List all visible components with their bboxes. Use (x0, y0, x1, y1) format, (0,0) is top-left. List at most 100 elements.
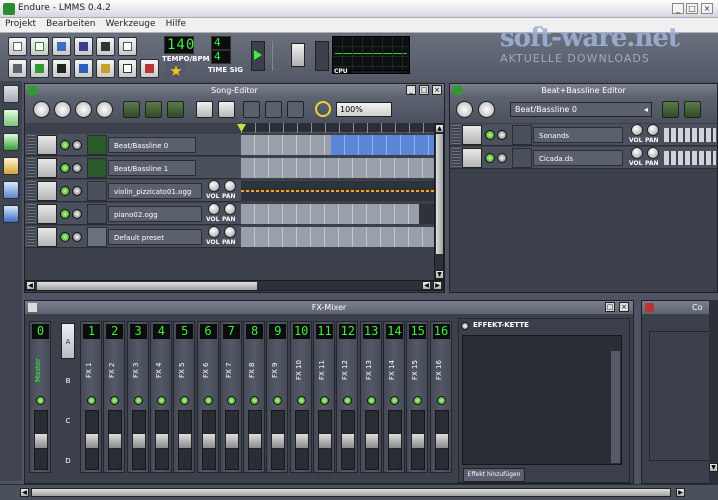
maximize-button[interactable]: □ (686, 3, 698, 14)
fader-handle[interactable] (224, 433, 239, 449)
save-as-button[interactable] (96, 37, 115, 56)
fx-fader[interactable] (434, 410, 449, 470)
fx-mute-led[interactable] (110, 396, 120, 405)
bb-editor-toggle-icon[interactable] (30, 59, 49, 78)
menu-werkzeuge[interactable]: Werkzeuge (101, 18, 161, 30)
my-samples-icon[interactable] (3, 133, 19, 151)
my-computer-icon[interactable] (3, 205, 19, 223)
pan-knob[interactable] (224, 203, 236, 215)
fx-fader[interactable] (154, 410, 169, 470)
project-notes-toggle-icon[interactable] (118, 59, 137, 78)
fx-channel-strip[interactable]: 16 FX 16 (429, 321, 452, 473)
scroll-up-arrow-icon[interactable]: ▲ (435, 124, 444, 133)
stop-behaviour-button[interactable] (287, 101, 304, 118)
scroll-left-arrow-icon[interactable]: ◀ (20, 488, 29, 497)
fx-fader[interactable] (224, 410, 239, 470)
fx-fader[interactable] (108, 410, 123, 470)
new-project-button[interactable] (8, 37, 27, 56)
fader-handle[interactable] (318, 433, 332, 449)
fx-mute-led[interactable] (180, 396, 190, 405)
mute-toggle[interactable] (60, 186, 70, 196)
fader-handle[interactable] (154, 433, 169, 449)
fx-mixer-maximize-button[interactable]: □ (605, 302, 615, 312)
fader-handle[interactable] (294, 433, 309, 449)
fx-fader[interactable] (248, 410, 263, 470)
mute-toggle[interactable] (485, 130, 495, 140)
fx-channel-strip[interactable]: 3 FX 3 (126, 321, 149, 473)
master-pitch-icon[interactable] (291, 43, 305, 67)
bb-play-button[interactable] (456, 101, 473, 118)
scroll-down-arrow-icon[interactable]: ▼ (709, 463, 718, 472)
fader-handle[interactable] (364, 433, 379, 449)
fx-mute-led[interactable] (436, 396, 446, 405)
fader-handle[interactable] (341, 433, 356, 449)
fx-fader[interactable] (341, 410, 356, 470)
mute-toggle[interactable] (60, 140, 70, 150)
fx-mute-led[interactable] (226, 396, 236, 405)
fx-mute-led[interactable] (273, 396, 283, 405)
song-horizontal-scrollbar[interactable]: ◀ ◀ ▶ (25, 280, 444, 291)
fx-mixer-toggle-icon[interactable] (96, 59, 115, 78)
song-editor-minimize-button[interactable]: _ (406, 85, 416, 95)
solo-toggle[interactable] (497, 153, 507, 163)
track-name[interactable]: Sonands (533, 127, 623, 143)
track-settings-icon[interactable] (37, 181, 57, 201)
bb-stop-button[interactable] (478, 101, 495, 118)
fx-mute-led[interactable] (413, 396, 423, 405)
record-button[interactable] (75, 101, 92, 118)
fx-mute-led[interactable] (156, 396, 166, 405)
workspace-vertical-scrollbar[interactable]: ▼ (709, 300, 718, 484)
fader-handle[interactable] (108, 433, 123, 449)
my-projects-icon[interactable] (3, 109, 19, 127)
loop-points-button[interactable] (265, 101, 282, 118)
track-settings-icon[interactable] (462, 148, 482, 168)
bank-b-button[interactable]: B (61, 363, 75, 399)
fx-channel-strip[interactable]: 8 FX 8 (243, 321, 266, 473)
fx-channel-strip[interactable]: 9 FX 9 (266, 321, 289, 473)
song-timeline-ruler[interactable] (237, 123, 434, 133)
volume-knob[interactable] (208, 226, 220, 238)
mute-toggle[interactable] (60, 209, 70, 219)
fx-channel-strip[interactable]: 2 FX 2 (103, 321, 126, 473)
mute-toggle[interactable] (485, 153, 495, 163)
fx-channel-strip[interactable]: 5 FX 5 (173, 321, 196, 473)
menu-projekt[interactable]: Projekt (0, 18, 41, 30)
fx-fader[interactable] (131, 410, 146, 470)
export-button[interactable] (118, 37, 137, 56)
menu-bearbeiten[interactable]: Bearbeiten (41, 18, 100, 30)
solo-toggle[interactable] (72, 140, 82, 150)
track-name[interactable]: piano02.ogg (108, 206, 202, 222)
master-volume-slider[interactable] (251, 41, 265, 71)
add-effect-button[interactable]: Effekt hinzufügen (463, 468, 525, 482)
fx-fader[interactable] (271, 410, 286, 470)
track-name[interactable]: Default preset (108, 229, 202, 245)
menu-hilfe[interactable]: Hilfe (161, 18, 191, 30)
my-home-icon[interactable] (3, 181, 19, 199)
add-bb-sample-button[interactable] (684, 101, 701, 118)
fader-handle[interactable] (131, 433, 146, 449)
add-sample-track-button[interactable] (145, 101, 162, 118)
fx-mute-led[interactable] (366, 396, 376, 405)
sample-clip[interactable] (241, 181, 434, 201)
draw-mode-button[interactable] (196, 101, 213, 118)
fader-handle[interactable] (271, 433, 286, 449)
fader-handle[interactable] (201, 433, 216, 449)
edit-mode-button[interactable] (218, 101, 235, 118)
fx-mute-led[interactable] (343, 396, 353, 405)
piano-roll-toggle-icon[interactable] (52, 59, 71, 78)
fader-handle[interactable] (387, 433, 402, 449)
sample-clip[interactable] (419, 204, 434, 224)
fx-channel-strip[interactable]: 12 FX 12 (336, 321, 359, 473)
solo-toggle[interactable] (497, 130, 507, 140)
solo-toggle[interactable] (72, 186, 82, 196)
fader-handle[interactable] (248, 433, 263, 449)
step-pattern[interactable] (664, 128, 716, 142)
zoom-select[interactable]: 100% (336, 102, 392, 117)
fx-fader[interactable] (387, 410, 402, 470)
fx-fader[interactable] (85, 410, 99, 470)
volume-knob[interactable] (208, 180, 220, 192)
fader-handle[interactable] (34, 433, 48, 449)
fx-channel-strip[interactable]: 10 FX 10 (289, 321, 312, 473)
fx-fader[interactable] (318, 410, 332, 470)
fx-channel-strip[interactable]: 14 FX 14 (382, 321, 405, 473)
